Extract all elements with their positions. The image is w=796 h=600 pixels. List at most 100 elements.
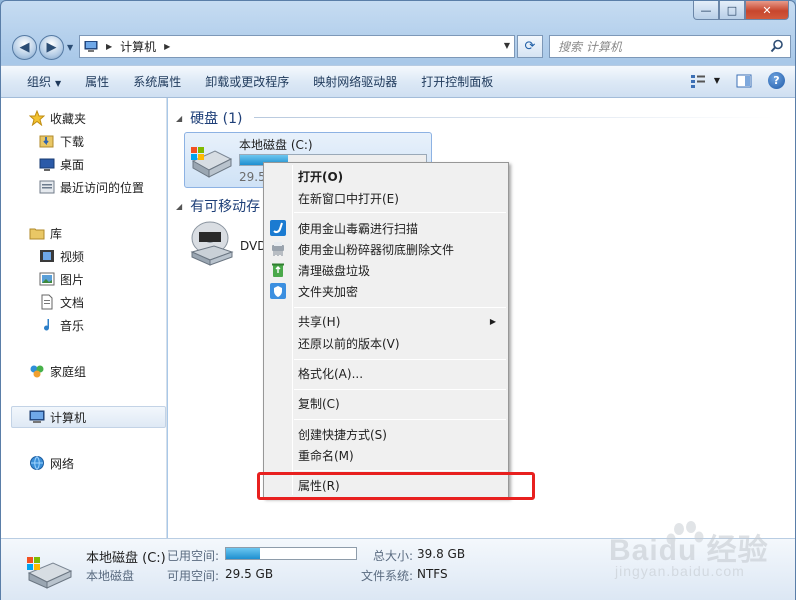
watermark-url: jingyan.baidu.com bbox=[615, 563, 745, 579]
sidebar-favorites[interactable]: 收藏夹 bbox=[29, 107, 86, 129]
dvd-drive-icon[interactable] bbox=[188, 220, 236, 266]
menu-item-restore-versions[interactable]: 还原以前的版本(V) bbox=[266, 333, 506, 354]
open-control-panel-button[interactable]: 打开控制面板 bbox=[409, 73, 505, 90]
menu-item-kingsoft-shredder[interactable]: 使用金山粉碎器彻底删除文件 bbox=[266, 239, 506, 260]
refresh-button[interactable]: ⟳ bbox=[517, 35, 543, 58]
preview-pane-button[interactable] bbox=[736, 73, 752, 89]
map-network-drive-button[interactable]: 映射网络驱动器 bbox=[301, 73, 409, 90]
breadcrumb-computer[interactable]: 计算机 bbox=[120, 38, 156, 55]
navigation-pane: 收藏夹 下载 桌面 最近访问的位置 库 视频 图片 文档 音乐 家庭组 计算机 … bbox=[1, 98, 167, 538]
address-bar[interactable]: ▶ 计算机 ▶ ▼ bbox=[79, 35, 515, 58]
properties-button[interactable]: 属性 bbox=[73, 73, 121, 90]
view-options-button[interactable]: ▼ bbox=[690, 74, 720, 88]
chevron-down-icon: ▼ bbox=[55, 79, 62, 88]
details-free-label: 可用空间: bbox=[167, 569, 220, 583]
forward-button[interactable]: ▶ bbox=[39, 35, 64, 60]
document-icon bbox=[39, 294, 55, 310]
folder-lock-icon bbox=[270, 283, 286, 299]
menu-separator bbox=[294, 389, 506, 390]
menu-item-folder-encrypt[interactable]: 文件夹加密 bbox=[266, 281, 506, 302]
recycle-clean-icon bbox=[272, 263, 284, 277]
baidu-watermark: Baidu 经验 jingyan.baidu.com bbox=[587, 519, 777, 581]
menu-item-format[interactable]: 格式化(A)... bbox=[266, 363, 506, 384]
sidebar-network[interactable]: 网络 bbox=[29, 452, 74, 474]
group-divider bbox=[254, 117, 774, 118]
menu-item-clean-junk[interactable]: 清理磁盘垃圾 bbox=[266, 260, 506, 281]
context-menu: 打开(O) 在新窗口中打开(E) 使用金山毒霸进行扫描 使用金山粉碎器彻底删除文… bbox=[263, 162, 509, 498]
menu-separator bbox=[294, 470, 506, 471]
refresh-icon: ⟳ bbox=[524, 39, 536, 54]
download-folder-icon bbox=[39, 133, 55, 149]
sidebar-item-music[interactable]: 音乐 bbox=[39, 314, 84, 336]
homegroup-icon bbox=[29, 363, 45, 379]
collapse-triangle-icon[interactable]: ◢ bbox=[176, 114, 182, 123]
recent-pages-dropdown[interactable]: ▼ bbox=[67, 43, 73, 52]
details-usage-bar bbox=[225, 547, 357, 560]
details-used-label: 已用空间: bbox=[167, 549, 220, 563]
address-dropdown-icon[interactable]: ▼ bbox=[504, 41, 510, 50]
collapse-triangle-icon[interactable]: ◢ bbox=[176, 202, 182, 211]
details-usage-fill bbox=[226, 548, 260, 559]
details-total-label: 总大小: bbox=[373, 549, 414, 563]
computer-icon bbox=[84, 40, 98, 52]
menu-separator bbox=[294, 307, 506, 308]
details-fs-label: 文件系统: bbox=[361, 569, 414, 583]
help-button[interactable]: ? bbox=[768, 72, 785, 89]
submenu-arrow-icon: ▶ bbox=[489, 317, 496, 326]
details-fs-value: NTFS bbox=[417, 567, 448, 581]
maximize-button[interactable]: □ bbox=[719, 1, 745, 20]
sidebar-libraries[interactable]: 库 bbox=[29, 222, 62, 244]
sidebar-item-downloads[interactable]: 下载 bbox=[39, 130, 84, 152]
menu-item-share[interactable]: 共享(H) ▶ bbox=[266, 311, 506, 332]
menu-item-kingsoft-scan[interactable]: 使用金山毒霸进行扫描 bbox=[266, 218, 506, 239]
desktop-icon bbox=[39, 156, 55, 172]
back-button[interactable]: ◀ bbox=[12, 35, 37, 60]
arrow-right-icon: ▶ bbox=[46, 40, 57, 55]
search-placeholder: 搜索 计算机 bbox=[558, 40, 622, 54]
search-icon[interactable] bbox=[770, 39, 784, 53]
menu-item-create-shortcut[interactable]: 创建快捷方式(S) bbox=[266, 424, 506, 445]
group-header-hard-disks[interactable]: ◢ 硬盘 (1) bbox=[176, 108, 242, 128]
details-drive-name: 本地磁盘 (C:) bbox=[86, 551, 166, 566]
menu-separator bbox=[294, 419, 506, 420]
details-free-value: 29.5 GB bbox=[225, 567, 274, 581]
sidebar-item-documents[interactable]: 文档 bbox=[39, 291, 84, 313]
sidebar-homegroup[interactable]: 家庭组 bbox=[29, 360, 86, 382]
hard-disk-icon bbox=[191, 147, 233, 178]
minimize-button[interactable]: — bbox=[693, 1, 719, 20]
toolbar-right: ▼ ? bbox=[690, 72, 785, 89]
uninstall-program-button[interactable]: 卸载或更改程序 bbox=[193, 73, 301, 90]
close-button[interactable]: ✕ bbox=[745, 1, 789, 20]
search-input[interactable]: 搜索 计算机 bbox=[549, 35, 791, 58]
shredder-icon bbox=[272, 242, 284, 256]
computer-icon bbox=[29, 409, 45, 425]
group-header-removable[interactable]: ◢ 有可移动存 bbox=[176, 196, 260, 216]
drive-c-name: 本地磁盘 (C:) bbox=[239, 138, 313, 152]
network-icon bbox=[29, 455, 45, 471]
explorer-window: — □ ✕ ◀ ▶ ▼ ▶ 计算机 ▶ ▼ ⟳ 搜索 计算机 组织 ▼ 属性 系统… bbox=[0, 0, 796, 600]
caption-buttons: — □ ✕ bbox=[693, 1, 789, 21]
recent-places-icon bbox=[39, 179, 55, 195]
sidebar-item-pictures[interactable]: 图片 bbox=[39, 268, 84, 290]
video-icon bbox=[39, 248, 55, 264]
system-properties-button[interactable]: 系统属性 bbox=[121, 73, 193, 90]
hard-disk-icon bbox=[27, 557, 73, 589]
menu-item-open-new-window[interactable]: 在新窗口中打开(E) bbox=[266, 188, 506, 209]
picture-icon bbox=[39, 271, 55, 287]
star-icon bbox=[29, 110, 45, 126]
menu-item-copy[interactable]: 复制(C) bbox=[266, 393, 506, 414]
annotation-highlight-box bbox=[257, 472, 535, 500]
details-drive-type: 本地磁盘 bbox=[86, 569, 135, 583]
sidebar-item-recent-places[interactable]: 最近访问的位置 bbox=[39, 176, 144, 198]
sidebar-item-desktop[interactable]: 桌面 bbox=[39, 153, 84, 175]
library-folder-icon bbox=[29, 225, 45, 241]
menu-separator bbox=[294, 212, 506, 213]
menu-item-open[interactable]: 打开(O) bbox=[266, 166, 506, 187]
organize-button[interactable]: 组织 ▼ bbox=[15, 73, 73, 90]
breadcrumb-separator-icon[interactable]: ▶ bbox=[164, 42, 170, 51]
view-icon bbox=[690, 74, 705, 88]
sidebar-computer[interactable]: 计算机 bbox=[29, 406, 86, 428]
breadcrumb-separator-icon[interactable]: ▶ bbox=[106, 42, 112, 51]
menu-item-rename[interactable]: 重命名(M) bbox=[266, 445, 506, 466]
sidebar-item-videos[interactable]: 视频 bbox=[39, 245, 84, 267]
